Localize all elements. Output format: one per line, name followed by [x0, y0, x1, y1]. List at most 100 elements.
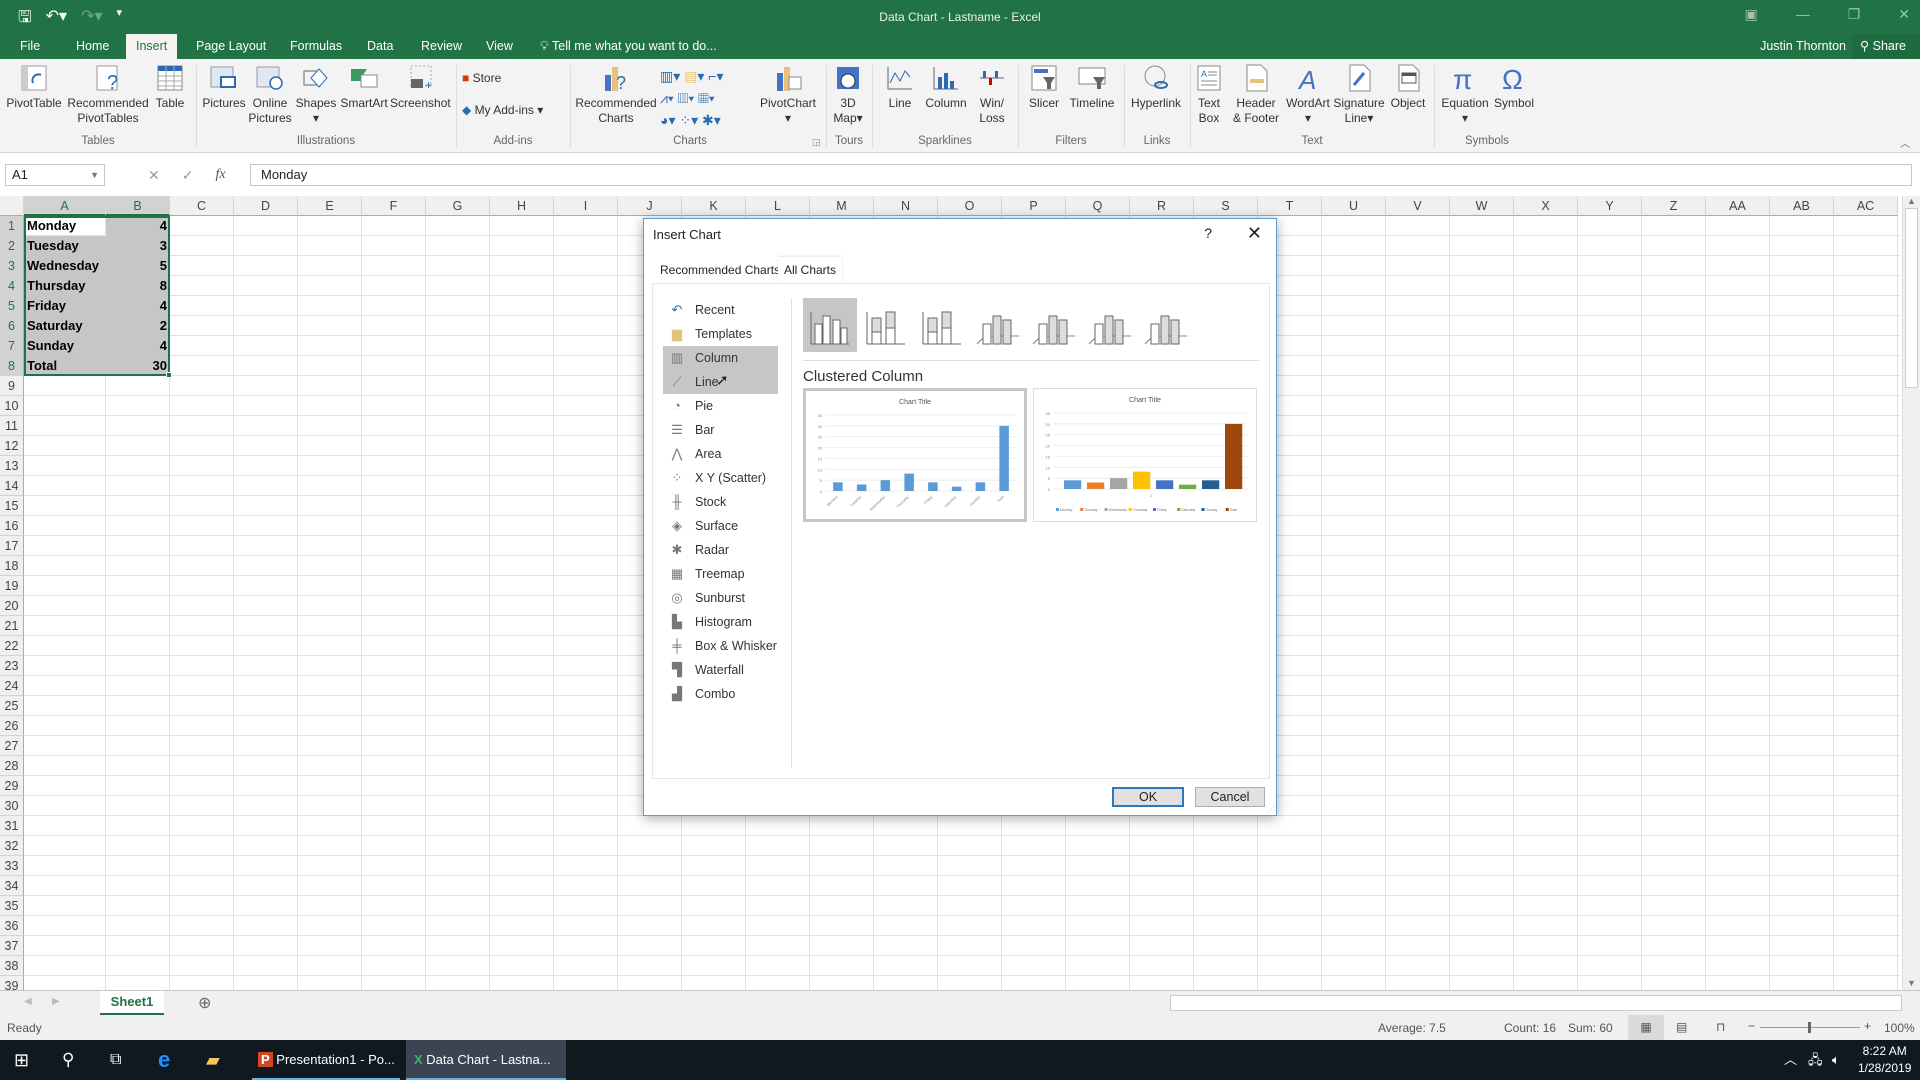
column-header-n[interactable]: N: [874, 196, 938, 216]
column-header-q[interactable]: Q: [1066, 196, 1130, 216]
row-header-9[interactable]: 9: [0, 376, 24, 396]
row-header-7[interactable]: 7: [0, 336, 24, 356]
cancel-button[interactable]: Cancel: [1195, 787, 1265, 807]
column-header-d[interactable]: D: [234, 196, 298, 216]
cell-a3[interactable]: Wednesday: [24, 256, 106, 276]
chart-preview-2[interactable]: Chart Title 0 5 10 15 20 25 30 35 Monday Tuesday We…: [1033, 388, 1257, 522]
row-header-28[interactable]: 28: [0, 756, 24, 776]
column-header-o[interactable]: O: [938, 196, 1002, 216]
row-header-1[interactable]: 1: [0, 216, 24, 236]
add-sheet-icon[interactable]: ⊕: [198, 993, 211, 1013]
column-header-x[interactable]: X: [1514, 196, 1578, 216]
row-header-5[interactable]: 5: [0, 296, 24, 316]
column-header-j[interactable]: J: [618, 196, 682, 216]
taskbar-powerpoint[interactable]: P Presentation1 - Po...: [252, 1040, 400, 1080]
column-header-ac[interactable]: AC: [1834, 196, 1898, 216]
row-header-18[interactable]: 18: [0, 556, 24, 576]
row-header-12[interactable]: 12: [0, 436, 24, 456]
chart-type-radar[interactable]: ✱ Radar: [663, 538, 778, 562]
network-icon[interactable]: 🖧︎: [1808, 1040, 1823, 1080]
cell-a8[interactable]: Total: [24, 356, 106, 376]
chart-type-combo[interactable]: ▟ Combo: [663, 682, 778, 706]
symbol-button[interactable]: Ω Symbol: [1492, 63, 1536, 111]
volume-icon[interactable]: 🔈︎: [1832, 1040, 1840, 1080]
taskbar-excel[interactable]: X Data Chart - Lastna...: [406, 1040, 566, 1080]
chart-type-gallery[interactable]: ▥▾ ▤▾ ⌐▾ ⩘▾ ▥▾ ▦▾ ◕▾ ⁘▾ ✱▾: [660, 65, 756, 131]
cell-a7[interactable]: Sunday: [24, 336, 106, 356]
cell-b7[interactable]: 4: [106, 336, 170, 356]
chart-type-surface[interactable]: ◈ Surface: [663, 514, 778, 538]
scroll-up-icon[interactable]: ▲: [1903, 196, 1920, 206]
column-header-h[interactable]: H: [490, 196, 554, 216]
tab-page-layout[interactable]: Page Layout: [186, 34, 276, 59]
row-header-37[interactable]: 37: [0, 936, 24, 956]
share-button[interactable]: ⚲ Share: [1852, 34, 1920, 59]
row-header-8[interactable]: 8: [0, 356, 24, 376]
zoom-slider-thumb[interactable]: [1808, 1022, 1811, 1033]
tab-review[interactable]: Review: [411, 34, 472, 59]
column-header-l[interactable]: L: [746, 196, 810, 216]
screenshot-button[interactable]: + Screenshot: [390, 63, 451, 111]
subtype-3d-stacked-column[interactable]: [1027, 298, 1081, 352]
row-header-16[interactable]: 16: [0, 516, 24, 536]
file-explorer-icon[interactable]: ▰: [206, 1040, 220, 1080]
column-header-u[interactable]: U: [1322, 196, 1386, 216]
zoom-slider[interactable]: [1760, 1022, 1860, 1033]
cell-a2[interactable]: Tuesday: [24, 236, 106, 256]
column-header-c[interactable]: C: [170, 196, 234, 216]
row-header-21[interactable]: 21: [0, 616, 24, 636]
formula-input[interactable]: Monday: [250, 164, 1912, 186]
row-header-34[interactable]: 34: [0, 876, 24, 896]
column-header-y[interactable]: Y: [1578, 196, 1642, 216]
scroll-down-icon[interactable]: ▼: [1903, 978, 1920, 988]
online-pictures-button[interactable]: Online Pictures: [248, 63, 292, 126]
tab-view[interactable]: View: [476, 34, 523, 59]
next-sheet-icon[interactable]: ▶: [52, 996, 60, 1007]
table-button[interactable]: Table: [152, 63, 188, 111]
fill-handle[interactable]: [166, 372, 172, 378]
row-header-6[interactable]: 6: [0, 316, 24, 336]
user-name[interactable]: Justin Thornton: [1760, 34, 1846, 59]
chart-type-box-whisker[interactable]: ╪ Box & Whisker: [663, 634, 778, 658]
cancel-icon[interactable]: ✕: [148, 164, 160, 186]
close-icon[interactable]: ✕: [1898, 6, 1910, 23]
line-chart-icon[interactable]: ⩘▾ ▥▾ ▦▾: [660, 87, 756, 109]
resize-grip[interactable]: ⋰: [1267, 805, 1275, 814]
row-header-38[interactable]: 38: [0, 956, 24, 976]
column-chart-icon[interactable]: ▥▾ ▤▾ ⌐▾: [660, 65, 756, 87]
row-header-33[interactable]: 33: [0, 856, 24, 876]
shapes-button[interactable]: Shapes ▾: [294, 63, 338, 126]
signature-line-button[interactable]: Signature Line▾: [1332, 63, 1386, 126]
charts-dialog-launcher[interactable]: ◲: [812, 137, 821, 148]
subtype-clustered-column[interactable]: [803, 298, 857, 352]
prev-sheet-icon[interactable]: ◀: [24, 996, 32, 1007]
subtype-3d-column[interactable]: [1139, 298, 1193, 352]
win-loss-button[interactable]: Win/ Loss: [972, 63, 1012, 126]
row-header-13[interactable]: 13: [0, 456, 24, 476]
column-header-v[interactable]: V: [1386, 196, 1450, 216]
row-header-35[interactable]: 35: [0, 896, 24, 916]
recommended-charts-button[interactable]: ? Recommended Charts: [574, 63, 658, 126]
page-layout-view-icon[interactable]: ▤: [1676, 1020, 1687, 1034]
slicer-button[interactable]: Slicer: [1024, 63, 1064, 111]
row-header-23[interactable]: 23: [0, 656, 24, 676]
column-header-b[interactable]: B: [106, 196, 170, 216]
pivottable-button[interactable]: PivotTable: [4, 63, 64, 111]
help-icon[interactable]: ?: [1204, 225, 1212, 241]
column-header-f[interactable]: F: [362, 196, 426, 216]
column-header-m[interactable]: M: [810, 196, 874, 216]
insert-function-icon[interactable]: fx: [215, 164, 225, 186]
column-header-aa[interactable]: AA: [1706, 196, 1770, 216]
row-header-26[interactable]: 26: [0, 716, 24, 736]
pie-chart-icon[interactable]: ◕▾ ⁘▾ ✱▾: [660, 109, 756, 131]
3d-map-button[interactable]: 3D Map▾: [830, 63, 866, 126]
row-header-20[interactable]: 20: [0, 596, 24, 616]
row-header-15[interactable]: 15: [0, 496, 24, 516]
subtype-3d-100-stacked-column[interactable]: [1083, 298, 1137, 352]
search-icon[interactable]: ⚲: [62, 1040, 74, 1080]
chart-type-x-y-scatter[interactable]: ⁘ X Y (Scatter): [663, 466, 778, 490]
row-header-17[interactable]: 17: [0, 536, 24, 556]
tab-formulas[interactable]: Formulas: [280, 34, 352, 59]
store-button[interactable]: ■ Store: [462, 71, 522, 86]
column-header-p[interactable]: P: [1002, 196, 1066, 216]
